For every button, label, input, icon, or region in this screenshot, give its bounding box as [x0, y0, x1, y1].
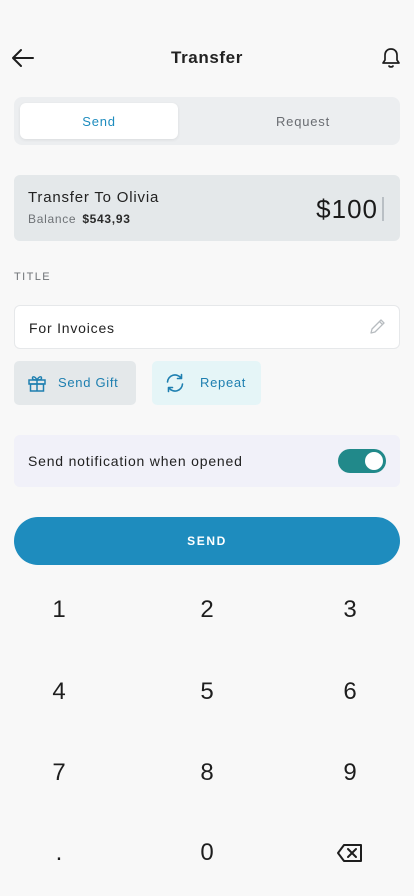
repeat-button[interactable]: Repeat [152, 361, 261, 405]
key-0[interactable]: 0 [167, 823, 247, 883]
tab-send[interactable]: Send [20, 103, 178, 139]
balance-line: Balance $543,93 [28, 212, 131, 226]
notification-label: Send notification when opened [28, 453, 243, 469]
transfer-screen: Transfer Send Request Transfer To Olivia… [0, 0, 414, 896]
backspace-key[interactable] [310, 823, 390, 883]
send-button[interactable]: SEND [14, 517, 400, 565]
key-9[interactable]: 9 [310, 743, 390, 803]
key-2[interactable]: 2 [167, 580, 247, 640]
title-label: TITLE [14, 271, 51, 283]
send-gift-label: Send Gift [58, 375, 119, 390]
key-6[interactable]: 6 [310, 662, 390, 722]
header: Transfer [0, 36, 414, 80]
text-caret [382, 197, 384, 221]
send-request-tabs: Send Request [14, 97, 400, 145]
tab-request[interactable]: Request [206, 103, 400, 139]
transfer-recipient: Transfer To Olivia [28, 189, 160, 206]
transfer-card: Transfer To Olivia Balance $543,93 $100 [14, 175, 400, 241]
pencil-icon[interactable] [367, 317, 387, 337]
repeat-label: Repeat [200, 375, 247, 390]
page-title: Transfer [171, 48, 243, 67]
key-3[interactable]: 3 [310, 580, 390, 640]
repeat-icon [166, 373, 184, 393]
notification-toggle[interactable] [338, 449, 386, 473]
balance-label: Balance [28, 212, 77, 226]
notifications-button[interactable] [379, 45, 403, 71]
title-field[interactable]: For Invoices [14, 305, 400, 349]
key-8[interactable]: 8 [167, 743, 247, 803]
send-gift-button[interactable]: Send Gift [14, 361, 136, 405]
key-decimal[interactable]: . [19, 823, 99, 883]
bell-icon [382, 48, 400, 68]
key-7[interactable]: 7 [19, 743, 99, 803]
toggle-knob [365, 452, 383, 470]
backspace-icon [337, 844, 362, 862]
key-5[interactable]: 5 [167, 662, 247, 722]
key-4[interactable]: 4 [19, 662, 99, 722]
notification-setting: Send notification when opened [14, 435, 400, 487]
amount-input[interactable]: $100 [316, 194, 378, 225]
key-1[interactable]: 1 [19, 580, 99, 640]
gift-icon [28, 376, 46, 392]
title-value: For Invoices [29, 320, 115, 336]
balance-value: $543,93 [82, 212, 131, 226]
